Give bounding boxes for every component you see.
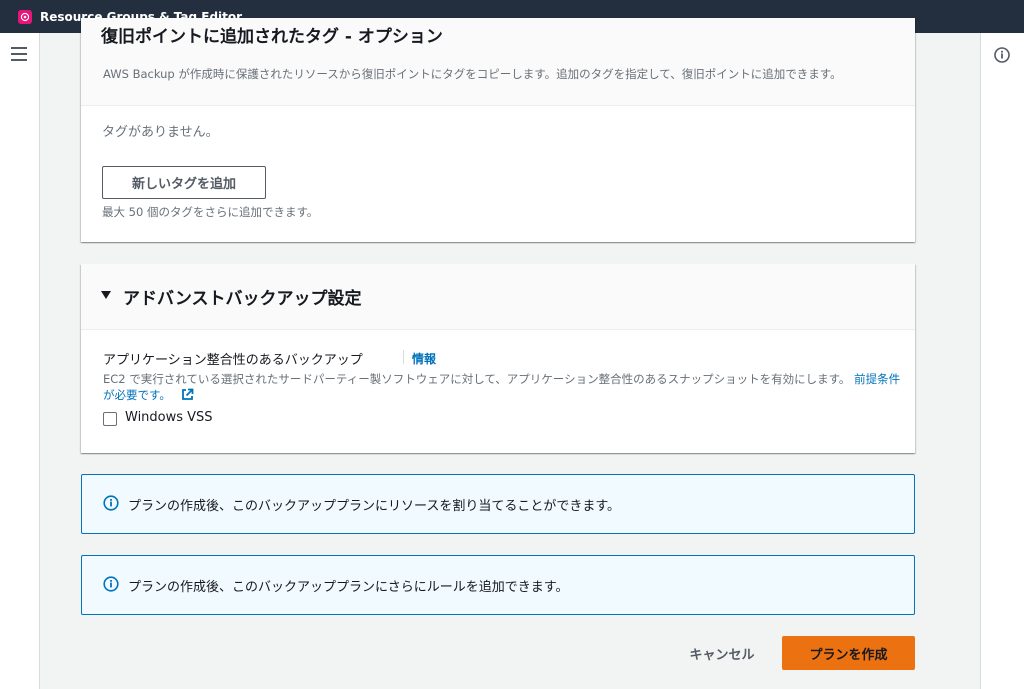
add-tag-button[interactable]: 新しいタグを追加 — [102, 166, 266, 199]
right-sidebar — [980, 33, 1024, 689]
alert-text: プランの作成後、このバックアッププランにリソースを割り当てることができます。 — [128, 499, 621, 514]
alert-text: プランの作成後、このバックアッププランにさらにルールを追加できます。 — [128, 580, 569, 595]
windows-vss-checkbox[interactable] — [103, 412, 117, 426]
external-link-icon[interactable] — [181, 388, 194, 401]
cancel-button[interactable]: キャンセル — [672, 636, 772, 670]
tag-limit-text: 最大 50 個のタグをさらに追加できます。 — [102, 205, 319, 219]
tags-panel-header: 復旧ポイントに追加されたタグ - オプション AWS Backup が作成時に保… — [81, 18, 915, 106]
windows-vss-label[interactable]: Windows VSS — [125, 410, 213, 425]
advanced-backup-title[interactable]: アドバンストバックアップ設定 — [123, 284, 362, 309]
no-tags-text: タグがありません。 — [102, 125, 219, 140]
label-divider — [403, 350, 404, 364]
info-circle-icon — [103, 576, 119, 592]
resource-groups-logo-icon[interactable] — [18, 9, 32, 24]
caret-down-icon[interactable] — [101, 291, 111, 299]
hamburger-menu-icon[interactable] — [11, 47, 27, 61]
info-alert-add-rules: プランの作成後、このバックアッププランにさらにルールを追加できます。 — [81, 555, 915, 615]
app-consistent-backup-label: アプリケーション整合性のあるバックアップ — [103, 353, 363, 368]
tags-section-title: 復旧ポイントに追加されたタグ - オプション — [101, 27, 443, 47]
info-circle-icon — [103, 495, 119, 511]
left-sidebar — [0, 33, 40, 689]
info-link[interactable]: 情報 — [412, 350, 436, 367]
info-alert-assign-resources: プランの作成後、このバックアッププランにリソースを割り当てることができます。 — [81, 474, 915, 534]
app-consistent-description-text: EC2 で実行されている選択されたサードパーティー製ソフトウェアに対して、アプリ… — [103, 372, 851, 386]
tags-section-description: AWS Backup が作成時に保護されたリソースから復旧ポイントにタグをコピー… — [103, 67, 842, 81]
create-plan-button[interactable]: プランを作成 — [782, 636, 915, 670]
app-consistent-description: EC2 で実行されている選択されたサードパーティー製ソフトウェアに対して、アプリ… — [103, 371, 903, 403]
info-circle-icon[interactable] — [994, 47, 1010, 63]
advanced-backup-panel: アドバンストバックアップ設定 アプリケーション整合性のあるバックアップ 情報 E… — [81, 264, 915, 453]
advanced-backup-header[interactable]: アドバンストバックアップ設定 — [81, 264, 915, 330]
